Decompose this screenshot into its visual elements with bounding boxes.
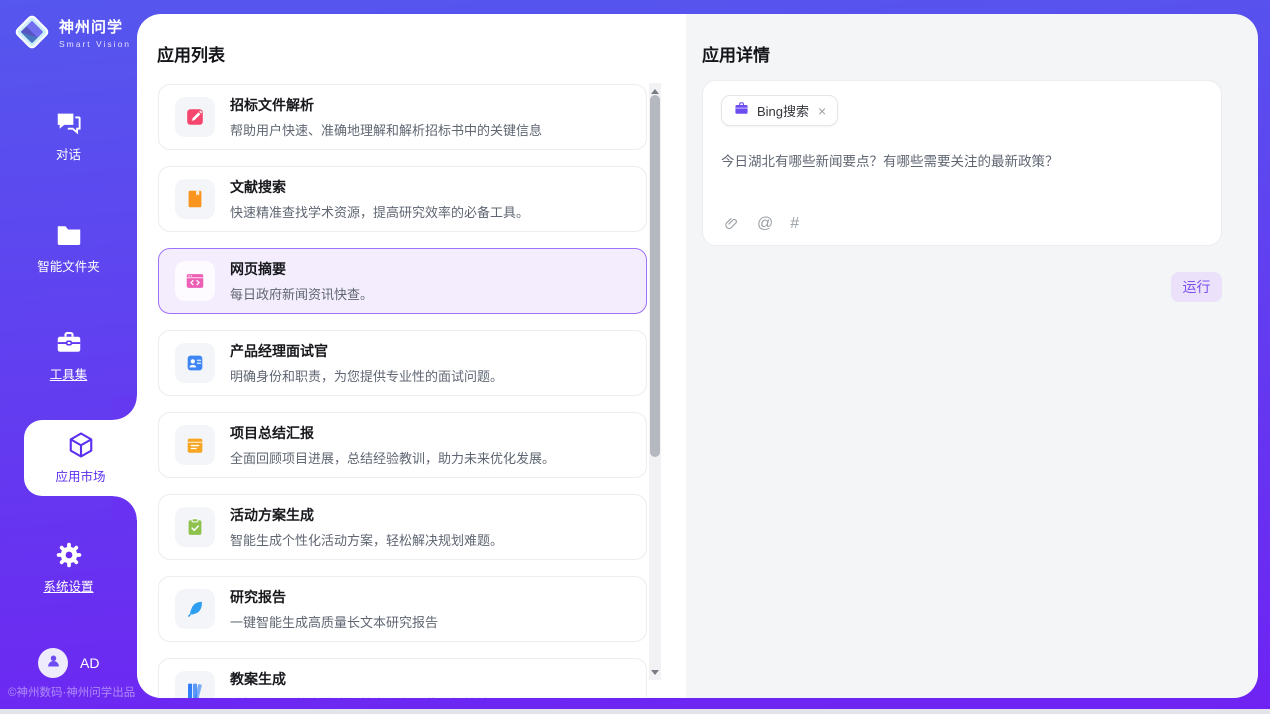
- user-row[interactable]: AD: [38, 648, 99, 678]
- app-description: 全面回顾项目进展，总结经验教训，助力未来优化发展。: [230, 448, 555, 467]
- quill-pen-icon: [175, 589, 215, 629]
- app-card-project-summary[interactable]: 项目总结汇报 全面回顾项目进展，总结经验教训，助力未来优化发展。: [158, 412, 647, 478]
- folder-icon: [54, 220, 84, 250]
- tool-chip-label: Bing搜索: [757, 101, 809, 120]
- avatar: [38, 648, 68, 678]
- books-icon: [175, 671, 215, 698]
- scrollbar-thumb[interactable]: [650, 95, 660, 457]
- app-description: 智能生成个性化活动方案，轻松解决规划难题。: [230, 530, 503, 549]
- edit-document-icon: [175, 97, 215, 137]
- copyright-text: ©神州数码·神州问学出品: [8, 684, 135, 700]
- sidebar-item-label: 系统设置: [0, 576, 137, 595]
- diamond-logo-icon: [12, 12, 52, 52]
- app-description: 帮助用户快速、准确地理解和解析招标书中的关键信息: [230, 120, 542, 139]
- app-description: 明确身份和职责，为您提供专业性的面试问题。: [230, 366, 503, 385]
- app-name: 网页摘要: [230, 259, 373, 279]
- sidebar: 神州问学 Smart Vision 对话 智能文件夹 工具集 应用市场 系统设置…: [0, 0, 137, 709]
- app-description: 一键智能生成高质量长文本研究报告: [230, 612, 438, 631]
- run-button[interactable]: 运行: [1171, 272, 1222, 302]
- app-list: 招标文件解析 帮助用户快速、准确地理解和解析招标书中的关键信息 文献搜索 快速精…: [158, 84, 647, 698]
- app-card-bid-document-analysis[interactable]: 招标文件解析 帮助用户快速、准确地理解和解析招标书中的关键信息: [158, 84, 647, 150]
- paperclip-icon[interactable]: [723, 215, 740, 232]
- main-content: 应用列表 招标文件解析 帮助用户快速、准确地理解和解析招标书中的关键信息 文献搜…: [137, 14, 1258, 698]
- app-card-pm-interviewer[interactable]: 产品经理面试官 明确身份和职责，为您提供专业性的面试问题。: [158, 330, 647, 396]
- chat-icon: [54, 108, 84, 138]
- sidebar-item-label: 工具集: [0, 364, 137, 383]
- app-card-event-plan[interactable]: 活动方案生成 智能生成个性化活动方案，轻松解决规划难题。: [158, 494, 647, 560]
- hash-icon[interactable]: #: [790, 216, 799, 232]
- app-card-research-report[interactable]: 研究报告 一键智能生成高质量长文本研究报告: [158, 576, 647, 642]
- app-name: 文献搜索: [230, 177, 529, 197]
- query-input[interactable]: 今日湖北有哪些新闻要点？有哪些需要关注的最新政策？: [721, 152, 1203, 172]
- app-name: 招标文件解析: [230, 95, 542, 115]
- sidebar-item-label: 智能文件夹: [0, 256, 137, 275]
- sidebar-item-smart-folders[interactable]: 智能文件夹: [0, 220, 137, 275]
- sidebar-item-chat[interactable]: 对话: [0, 108, 137, 163]
- sidebar-item-label: 对话: [0, 144, 137, 163]
- sidebar-item-label: 应用市场: [24, 466, 137, 485]
- cube-icon: [66, 430, 96, 460]
- user-initials: AD: [80, 655, 99, 671]
- brand-tagline: Smart Vision: [59, 39, 131, 49]
- app-description: 模板驱动，教案秒成，教学准备从此轻松快捷: [230, 694, 490, 698]
- prompt-card: Bing搜索 × 今日湖北有哪些新闻要点？有哪些需要关注的最新政策？ @#: [702, 80, 1222, 246]
- brand-name: 神州问学: [59, 16, 131, 37]
- app-name: 项目总结汇报: [230, 423, 555, 443]
- app-name: 产品经理面试官: [230, 341, 503, 361]
- composer-toolbar: @#: [723, 215, 799, 232]
- app-list-panel: 应用列表 招标文件解析 帮助用户快速、准确地理解和解析招标书中的关键信息 文献搜…: [137, 14, 686, 698]
- scrollbar[interactable]: [649, 83, 661, 680]
- tool-chip-bing-search[interactable]: Bing搜索 ×: [721, 95, 838, 126]
- app-card-lesson-plan[interactable]: 教案生成 模板驱动，教案秒成，教学准备从此轻松快捷: [158, 658, 647, 698]
- app-name: 活动方案生成: [230, 505, 503, 525]
- interviewer-icon: [175, 343, 215, 383]
- webpage-code-icon: [175, 261, 215, 301]
- app-name: 研究报告: [230, 587, 438, 607]
- sidebar-item-toolset[interactable]: 工具集: [0, 328, 137, 383]
- app-name: 教案生成: [230, 669, 490, 689]
- app-detail-title: 应用详情: [702, 41, 770, 66]
- clipboard-check-icon: [175, 507, 215, 547]
- sidebar-item-app-market[interactable]: 应用市场: [24, 420, 137, 496]
- brand-logo: 神州问学 Smart Vision: [12, 12, 131, 52]
- close-icon[interactable]: ×: [818, 104, 826, 118]
- gear-icon: [54, 540, 84, 570]
- book-icon: [175, 179, 215, 219]
- calendar-report-icon: [175, 425, 215, 465]
- scroll-down-arrow-icon[interactable]: [649, 666, 661, 678]
- toolbox-icon: [54, 328, 84, 358]
- app-description: 快速精准查找学术资源，提高研究效率的必备工具。: [230, 202, 529, 221]
- app-description: 每日政府新闻资讯快查。: [230, 284, 373, 303]
- bottom-strip: [0, 709, 1270, 714]
- at-icon[interactable]: @: [757, 216, 773, 232]
- app-card-literature-search[interactable]: 文献搜索 快速精准查找学术资源，提高研究效率的必备工具。: [158, 166, 647, 232]
- briefcase-icon: [733, 100, 750, 122]
- app-detail-panel: 应用详情 Bing搜索 × 今日湖北有哪些新闻要点？有哪些需要关注的最新政策？ …: [686, 14, 1258, 698]
- user-icon: [44, 651, 63, 675]
- app-card-webpage-summary[interactable]: 网页摘要 每日政府新闻资讯快查。: [158, 248, 647, 314]
- app-list-title: 应用列表: [157, 41, 225, 66]
- sidebar-item-settings[interactable]: 系统设置: [0, 540, 137, 595]
